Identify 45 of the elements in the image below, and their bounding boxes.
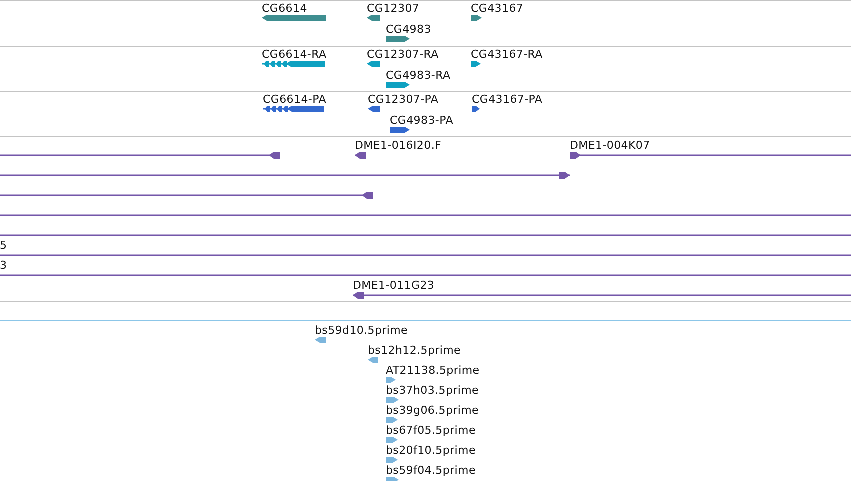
feature-label: CG12307-RA	[367, 48, 439, 61]
feature-label: DME1-011G23	[353, 279, 435, 292]
protein-glyph	[263, 106, 324, 112]
clone-glyph	[355, 152, 366, 158]
feature-label: CG43167	[471, 2, 524, 15]
feature-label: bs37h03.5prime	[386, 384, 480, 397]
feature-label: 5	[0, 239, 8, 252]
feature-label: bs59f04.5prime	[386, 464, 476, 477]
feature-label: CG43167-RA	[471, 48, 543, 61]
gene-glyph	[386, 36, 410, 42]
feature-label: CG43167-PA	[472, 93, 543, 106]
est-glyph	[315, 337, 326, 343]
gene-glyph	[367, 15, 380, 21]
feature-label: AT21138.5prime	[386, 364, 480, 377]
protein-glyph	[472, 106, 480, 112]
transcript-glyph	[386, 82, 410, 88]
feature-label: CG12307-PA	[368, 93, 439, 106]
feature-label: CG4983-RA	[386, 69, 451, 82]
gene-glyph	[262, 15, 326, 21]
est-glyph	[386, 437, 398, 443]
feature-label: DME1-004K07	[570, 139, 650, 152]
feature-label: 3	[0, 259, 8, 272]
protein-glyph	[368, 106, 380, 112]
feature-label: bs20f10.5prime	[386, 444, 476, 457]
est-glyph	[386, 397, 399, 403]
est-glyph	[386, 417, 398, 423]
transcript-glyph	[262, 61, 325, 67]
feature-label: CG12307	[367, 2, 420, 15]
transcript-glyph	[367, 61, 380, 67]
est-glyph	[386, 377, 396, 383]
feature-label: CG6614-PA	[263, 93, 326, 106]
feature-label: CG4983	[386, 23, 432, 36]
feature-label: bs59d10.5prime	[315, 324, 408, 337]
feature-label: bs67f05.5prime	[386, 424, 476, 437]
transcript-glyph	[471, 61, 481, 67]
feature-label: CG6614	[262, 2, 308, 15]
feature-label: bs12h12.5prime	[368, 344, 462, 357]
est-glyph	[386, 457, 398, 463]
est-glyph	[368, 357, 378, 363]
feature-label: CG4983-PA	[390, 114, 454, 127]
protein-glyph	[390, 127, 410, 133]
feature-label: DME1-016I20.F	[355, 139, 442, 152]
feature-label: bs39g06.5prime	[386, 404, 480, 417]
gene-glyph	[471, 15, 482, 21]
feature-label: CG6614-RA	[262, 48, 327, 61]
